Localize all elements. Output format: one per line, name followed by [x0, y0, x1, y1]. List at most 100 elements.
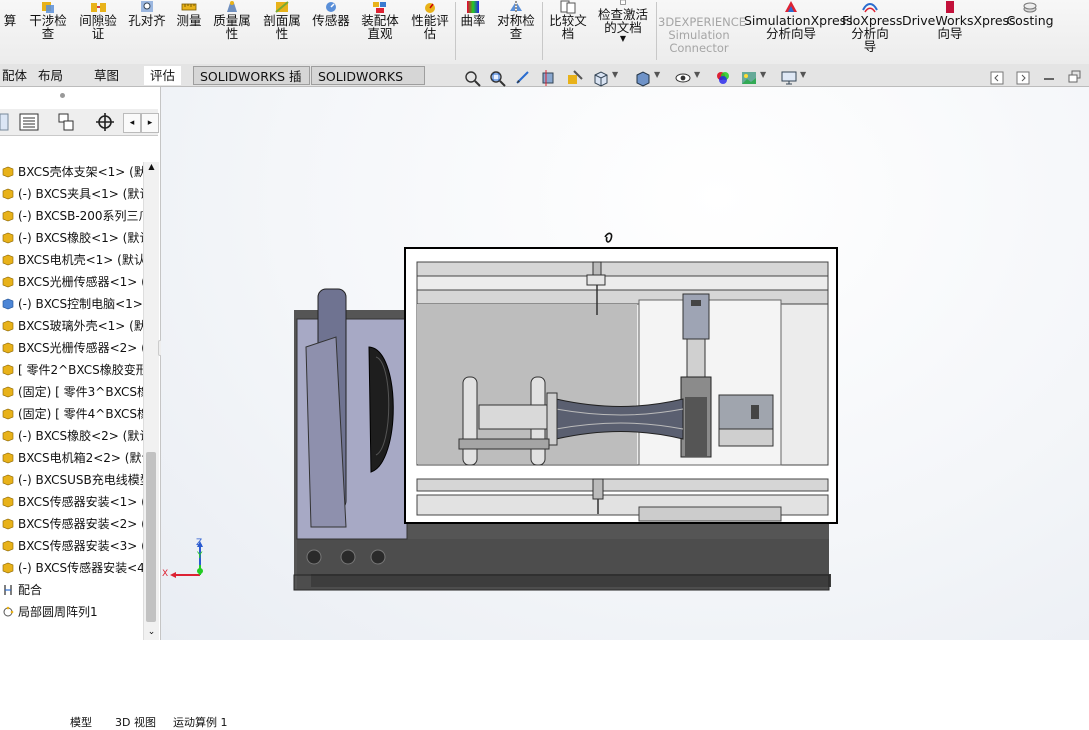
ribbon-section-properties-button[interactable]: 剖面属 性 — [258, 0, 306, 40]
tree-item[interactable]: BXCS玻璃外壳<1> (默 — [0, 316, 143, 336]
hide-show-items-icon[interactable] — [674, 69, 692, 87]
triad-x-label: X — [162, 569, 169, 579]
view-orientation-dropdown-icon[interactable]: ▼ — [612, 70, 618, 79]
tab-layout[interactable]: 布局 — [32, 66, 69, 85]
tree-item[interactable]: BXCS光栅传感器<2> ( — [0, 338, 143, 358]
tree-item[interactable]: (-) BXCSB-200系列三爪 — [0, 206, 143, 226]
tree-item[interactable]: BXCS传感器安装<2> ( — [0, 514, 143, 534]
ribbon-measure-button[interactable]: 测量 — [172, 0, 206, 27]
interference-icon — [42, 2, 54, 13]
ribbon-assembly-visualization-button[interactable]: 装配体 直观 — [356, 0, 404, 40]
restore-icon[interactable] — [1068, 70, 1082, 84]
tabs-scroll-right-icon[interactable]: ▸ — [141, 113, 159, 133]
ribbon-3dexperience-connector-button[interactable]: 3DEXPERIENCE Simulation Connector — [658, 16, 746, 55]
cable-icon — [604, 232, 613, 243]
ribbon-simulationxpress-button[interactable]: SimulationXpress 分析向导 — [744, 0, 853, 40]
tree-item[interactable]: (-) BXCS橡胶<2> (默认 — [0, 426, 143, 446]
graphics-area[interactable]: Z Y X — [161, 87, 1089, 640]
ribbon-driveworksxpress-button[interactable]: DriveWorksXpress 向导 — [902, 0, 1016, 40]
tab-motion-study[interactable]: 运动算例 1 — [173, 714, 228, 730]
display-style-icon[interactable] — [634, 69, 652, 87]
ruler-icon — [181, 3, 197, 11]
part-icon — [2, 320, 14, 332]
apply-scene-icon[interactable] — [740, 69, 758, 87]
ribbon-curvature-button[interactable]: 曲率 — [458, 0, 488, 27]
clearance-icon — [91, 3, 106, 12]
zoom-to-fit-icon[interactable] — [463, 69, 481, 87]
ribbon-clearance-button[interactable]: 间隙验 证 — [74, 0, 122, 40]
bottom-tabs: 模型 3D 视图 运动算例 1 — [0, 716, 300, 729]
tree-item[interactable]: BXCS壳体支架<1> (默 — [0, 162, 143, 182]
tree-item[interactable]: (-) BXCS控制电脑<1> < — [0, 294, 143, 314]
edit-appearance-icon[interactable] — [714, 69, 732, 87]
section-view-icon[interactable] — [540, 69, 558, 87]
dimxpert-manager-tab-icon[interactable] — [88, 111, 122, 133]
tree-item[interactable]: BXCS传感器安装<3> ( — [0, 536, 143, 556]
costing-icon — [1023, 2, 1037, 13]
apply-scene-dropdown-icon[interactable]: ▼ — [760, 70, 766, 79]
minimize-icon[interactable] — [1044, 78, 1054, 80]
ribbon-symmetry-check-button[interactable]: 对称检 查 — [492, 0, 540, 40]
feature-manager-panel: ◂ ▸ BXCS壳体支架<1> (默 (-) BXCS夹具<1> (默认 (-)… — [0, 87, 228, 729]
tab-assembly[interactable]: 配体 — [0, 66, 33, 85]
scroll-up-arrow-icon[interactable]: ▲ — [146, 162, 157, 174]
tree-item[interactable]: BXCS电机壳<1> (默认 — [0, 250, 143, 270]
tree-item[interactable]: (-) BXCSUSB充电线模型 — [0, 470, 143, 490]
tree-item[interactable]: BXCS光栅传感器<1> ( — [0, 272, 143, 292]
ribbon-separator — [542, 2, 543, 60]
display-style-dropdown-icon[interactable]: ▼ — [654, 70, 660, 79]
tree-item[interactable]: [ 零件2^BXCS橡胶变形 — [0, 360, 143, 380]
tree-item[interactable]: (-) BXCS夹具<1> (默认 — [0, 184, 143, 204]
ribbon-performance-evaluation-button[interactable]: 性能评 估 — [406, 0, 454, 40]
ribbon-separator — [455, 2, 456, 60]
tab-solidworks-addins[interactable]: SOLIDWORKS 插件 — [193, 66, 310, 103]
ribbon-check-active-document-button[interactable]: 检查激活 的文档 ▼ — [593, 0, 653, 44]
ribbon-mass-properties-button[interactable]: 质量属 性 — [208, 0, 256, 40]
tree-item[interactable]: (-) BXCS橡胶<1> (默认 — [0, 228, 143, 248]
view-settings-icon[interactable] — [780, 69, 798, 87]
view-settings-dropdown-icon[interactable]: ▼ — [800, 70, 806, 79]
part-icon — [2, 254, 14, 266]
tree-item[interactable]: (-) BXCS传感器安装<4 — [0, 558, 143, 578]
zoom-to-area-icon[interactable] — [488, 69, 506, 87]
scroll-down-arrow-icon[interactable]: ⌄ — [146, 627, 157, 639]
hole-align-icon — [141, 1, 153, 12]
tab-solidworks-mbd[interactable]: SOLIDWORKS MBD — [311, 66, 425, 103]
ribbon-sensor-button[interactable]: 传感器 — [308, 0, 354, 27]
viewport-tile-right-icon[interactable] — [1016, 71, 1030, 85]
command-manager-tabs: 配体 布局 草图 评估 SOLIDWORKS 插件 SOLIDWORKS MBD… — [0, 64, 1089, 103]
tab-sketch[interactable]: 草图 — [88, 66, 125, 85]
previous-view-icon[interactable] — [514, 69, 532, 87]
simulationxpress-icon — [785, 1, 797, 12]
ribbon-compare-documents-button[interactable]: 比较文 档 — [545, 0, 591, 40]
tree-item[interactable]: (固定) [ 零件4^BXCS橡 — [0, 404, 143, 424]
ribbon-interference-button[interactable]: 干涉检 查 — [24, 0, 72, 40]
ribbon-hole-align-button[interactable]: 孔对齐 — [124, 0, 170, 27]
part-icon — [2, 276, 14, 288]
tree-item[interactable]: 局部圆周阵列1 — [0, 602, 143, 622]
tabs-scroll-left-icon[interactable]: ◂ — [123, 113, 141, 133]
tab-evaluate[interactable]: 评估 — [144, 66, 182, 85]
tree-item[interactable]: BXCS电机箱2<2> (默认 — [0, 448, 143, 468]
compare-documents-icon — [560, 0, 576, 14]
viewport-tile-left-icon[interactable] — [990, 71, 1004, 85]
tree-item[interactable]: 配合 — [0, 580, 143, 600]
tree-scrollbar[interactable]: ▲ ⌄ — [143, 162, 159, 640]
view-orientation-icon[interactable] — [592, 69, 610, 87]
ribbon-costing-button[interactable]: Costing — [1004, 0, 1056, 27]
dynamic-annotation-icon[interactable] — [566, 69, 584, 87]
dropdown-arrow-icon[interactable]: ▼ — [593, 34, 653, 44]
configuration-manager-tab-icon[interactable] — [50, 111, 84, 133]
tab-model[interactable]: 模型 — [70, 714, 92, 730]
ribbon-calc-button[interactable]: 算 — [0, 0, 20, 27]
tree-item[interactable]: BXCS传感器安装<1> ( — [0, 492, 143, 512]
assembly-model[interactable] — [161, 87, 1089, 640]
property-manager-tab-icon[interactable] — [12, 111, 46, 133]
hide-show-dropdown-icon[interactable]: ▼ — [694, 70, 700, 79]
tree-item[interactable]: (固定) [ 零件3^BXCS橡 — [0, 382, 143, 402]
panel-grip-icon[interactable] — [60, 93, 65, 98]
ribbon-floxpress-button[interactable]: FloXpress 分析向 导 — [842, 0, 902, 53]
tab-3d-views[interactable]: 3D 视图 — [115, 714, 156, 730]
scrollbar-thumb[interactable] — [146, 452, 156, 622]
section-properties-icon — [275, 1, 289, 13]
